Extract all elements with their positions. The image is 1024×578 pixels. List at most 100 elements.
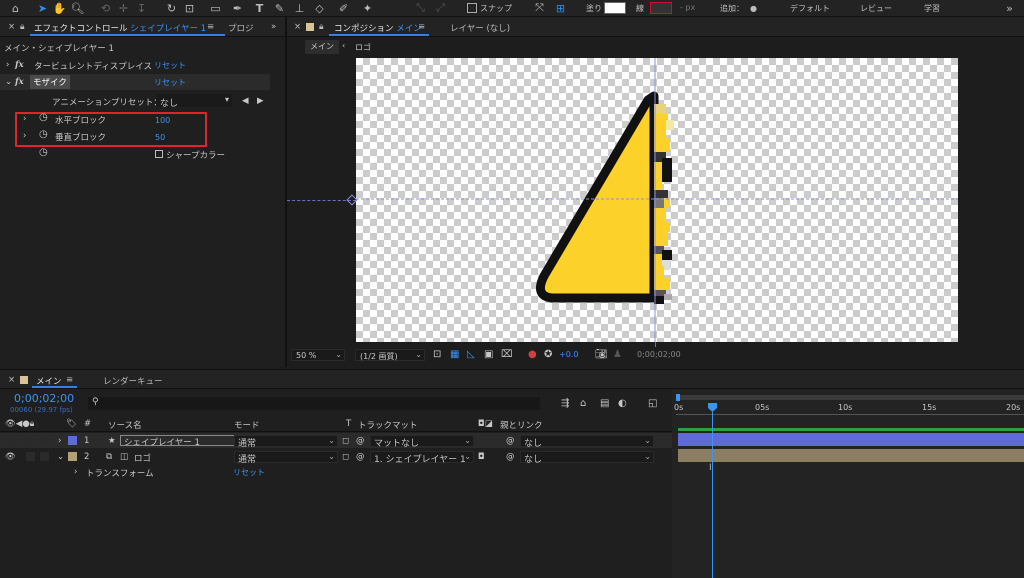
tab-project[interactable]: プロジ bbox=[228, 22, 254, 34]
workspace-learn[interactable]: 学習 bbox=[924, 3, 940, 14]
align-right-icon[interactable]: ⤢ bbox=[433, 1, 448, 15]
puppet-tool-icon[interactable]: ✦ bbox=[360, 1, 375, 15]
transform-reset-link[interactable]: リセット bbox=[233, 467, 265, 478]
workspace-default[interactable]: デフォルト bbox=[790, 3, 830, 14]
video-switch[interactable] bbox=[4, 436, 13, 445]
comp-timecode[interactable]: 0;00;02;00 bbox=[637, 350, 681, 359]
expand-arrow-icon[interactable]: › bbox=[23, 114, 26, 124]
eraser-tool-icon[interactable]: ◇ bbox=[312, 1, 327, 15]
parent-dropdown[interactable]: なし ⌄ bbox=[520, 451, 654, 465]
reset-link[interactable]: リセット bbox=[154, 77, 186, 88]
eye-icon[interactable]: 👁︎ bbox=[5, 452, 16, 462]
region-icon[interactable]: ▣ bbox=[484, 349, 493, 360]
lock-switch[interactable] bbox=[40, 452, 49, 461]
v-block-value[interactable]: 50 bbox=[155, 133, 165, 142]
collapse-arrow-icon[interactable]: ⌄ bbox=[5, 77, 12, 87]
preset-dropdown[interactable]: なし ▾ bbox=[156, 94, 232, 109]
zoom-dropdown[interactable]: 50 % ⌄ bbox=[291, 349, 345, 361]
layer-name-field[interactable]: シェイプレイヤー 1 bbox=[120, 435, 238, 448]
close-icon[interactable]: × bbox=[8, 375, 15, 385]
timeline-search-input[interactable]: ⚲ bbox=[88, 397, 540, 410]
graph-editor-icon[interactable]: ◱ bbox=[648, 398, 657, 409]
orbit-camera-icon[interactable]: ⟲ bbox=[98, 1, 113, 15]
align-left-icon[interactable]: ⤡ bbox=[413, 1, 428, 15]
mode-dropdown[interactable]: 通常 ⌄ bbox=[234, 435, 338, 449]
comp-mini-flowchart-icon[interactable]: ⇶ bbox=[561, 398, 569, 409]
breadcrumb-main[interactable]: メイン bbox=[305, 40, 339, 54]
fill-swatch[interactable] bbox=[604, 2, 626, 14]
channel-icon[interactable]: ● bbox=[528, 349, 537, 360]
expand-arrow-icon[interactable]: › bbox=[74, 467, 77, 477]
expand-arrow-icon[interactable]: › bbox=[23, 131, 26, 141]
effect-row-mosaic[interactable]: ⌄ fx モザイク リセット bbox=[0, 74, 270, 90]
layer-bar-2[interactable] bbox=[678, 449, 1024, 462]
effect-row-turbulent[interactable]: › fx タービュレントディスプレイス リセット bbox=[0, 57, 270, 73]
home-icon[interactable]: ⌂ bbox=[8, 1, 23, 15]
layer-bar-1[interactable] bbox=[678, 433, 1024, 446]
alpha-matte-icon[interactable]: ◘ bbox=[478, 452, 485, 462]
label-icon[interactable]: 🏷︎ bbox=[66, 419, 77, 429]
parent-pickwhip-icon[interactable]: @ bbox=[506, 452, 515, 462]
expand-arrow-icon[interactable]: › bbox=[6, 60, 9, 70]
draft-3d-icon[interactable]: ⌂ bbox=[580, 398, 586, 409]
zoom-tool-icon[interactable]: 🔍︎ bbox=[70, 1, 85, 15]
sharp-color-checkbox[interactable] bbox=[155, 150, 163, 158]
h-block-value[interactable]: 100 bbox=[155, 116, 170, 125]
transparency-grid-icon[interactable]: ▦ bbox=[450, 349, 459, 360]
stopwatch-icon[interactable]: ◷ bbox=[39, 147, 48, 158]
selection-tool-icon[interactable]: ➤ bbox=[35, 1, 50, 15]
lock-icon[interactable]: 🔒︎ bbox=[319, 22, 324, 32]
rotate-tool-icon[interactable]: ↻ bbox=[164, 1, 179, 15]
close-icon[interactable]: × bbox=[8, 22, 15, 32]
panel-menu-icon[interactable]: ≡ bbox=[207, 22, 214, 32]
add-label[interactable]: 追加： bbox=[720, 3, 744, 14]
guides-icon[interactable]: ⌧ bbox=[501, 349, 513, 360]
pickwhip-icon[interactable]: @ bbox=[356, 452, 365, 462]
snap-grid-icon[interactable]: ⊞ bbox=[553, 1, 568, 15]
anchor-tool-icon[interactable]: ⊡ bbox=[182, 1, 197, 15]
panel-menu-icon[interactable]: ≡ bbox=[66, 375, 73, 385]
layer-label-color[interactable] bbox=[68, 436, 77, 445]
prev-preset-icon[interactable]: ◀ bbox=[242, 96, 249, 106]
pan-camera-icon[interactable]: ✛ bbox=[116, 1, 131, 15]
transform-row[interactable]: › トランスフォーム リセット bbox=[0, 464, 672, 479]
layer-row-2[interactable]: 👁︎ ⌄ 2 ⧉ ◫ ロゴ 通常 ⌄ ◻ @ 1. シェイプレイヤー 1 ⌄ ◘… bbox=[0, 449, 672, 465]
tab-layer[interactable]: レイヤー (なし) bbox=[450, 22, 510, 34]
snapshot-icon[interactable]: 📷︎ bbox=[595, 349, 608, 360]
next-preset-icon[interactable]: ▶ bbox=[257, 96, 264, 106]
workspace-review[interactable]: レビュー bbox=[860, 3, 892, 14]
mask-visibility-icon[interactable]: ◺ bbox=[467, 349, 475, 360]
tab-composition[interactable]: コンポジション メイン bbox=[334, 22, 422, 34]
work-area-bar[interactable] bbox=[676, 395, 1024, 400]
parent-dropdown[interactable]: なし ⌄ bbox=[520, 435, 654, 449]
track-matte-dropdown[interactable]: 1. シェイプレイヤー 1 ⌄ bbox=[370, 451, 474, 465]
snap-options-icon[interactable]: ⤧ bbox=[532, 1, 547, 15]
fx-icon[interactable]: fx bbox=[15, 60, 24, 70]
brush-tool-icon[interactable]: ✎ bbox=[272, 1, 287, 15]
exposure-value[interactable]: +0.0 bbox=[559, 350, 578, 359]
pen-tool-icon[interactable]: ✒ bbox=[230, 1, 245, 15]
roto-brush-icon[interactable]: ✐ bbox=[336, 1, 351, 15]
expand-arrow-icon[interactable]: › bbox=[58, 436, 61, 446]
reset-link[interactable]: リセット bbox=[154, 60, 186, 71]
track-matte-dropdown[interactable]: マットなし ⌄ bbox=[370, 435, 474, 449]
hide-shy-icon[interactable]: ▤ bbox=[600, 398, 609, 409]
hand-tool-icon[interactable]: ✋ bbox=[52, 1, 67, 15]
preserve-transparency-checkbox[interactable]: ◻ bbox=[342, 436, 349, 446]
col-source-name[interactable]: ソース名 bbox=[108, 419, 142, 431]
layer-label-color[interactable] bbox=[68, 452, 77, 461]
frame-blending-icon[interactable]: ◐ bbox=[618, 398, 627, 409]
snap-checkbox[interactable] bbox=[467, 3, 477, 13]
timeline-timecode[interactable]: 0;00;02;00 bbox=[14, 392, 74, 405]
resolution-dropdown[interactable]: (1/2 画質) ⌄ bbox=[355, 349, 425, 361]
stroke-swatch[interactable] bbox=[650, 2, 672, 14]
dolly-camera-icon[interactable]: ↧ bbox=[134, 1, 149, 15]
panel-overflow-icon[interactable]: » bbox=[271, 22, 276, 32]
tab-render-queue[interactable]: レンダーキュー bbox=[103, 375, 163, 387]
workspace-overflow-icon[interactable]: » bbox=[1002, 1, 1017, 15]
solo-switch[interactable] bbox=[26, 436, 35, 445]
tab-effect-controls[interactable]: エフェクトコントロール シェイプレイヤー 1 bbox=[34, 22, 206, 34]
pickwhip-icon[interactable]: @ bbox=[356, 436, 365, 446]
mode-dropdown[interactable]: 通常 ⌄ bbox=[234, 451, 338, 465]
clone-stamp-icon[interactable]: ⊥ bbox=[292, 1, 307, 15]
